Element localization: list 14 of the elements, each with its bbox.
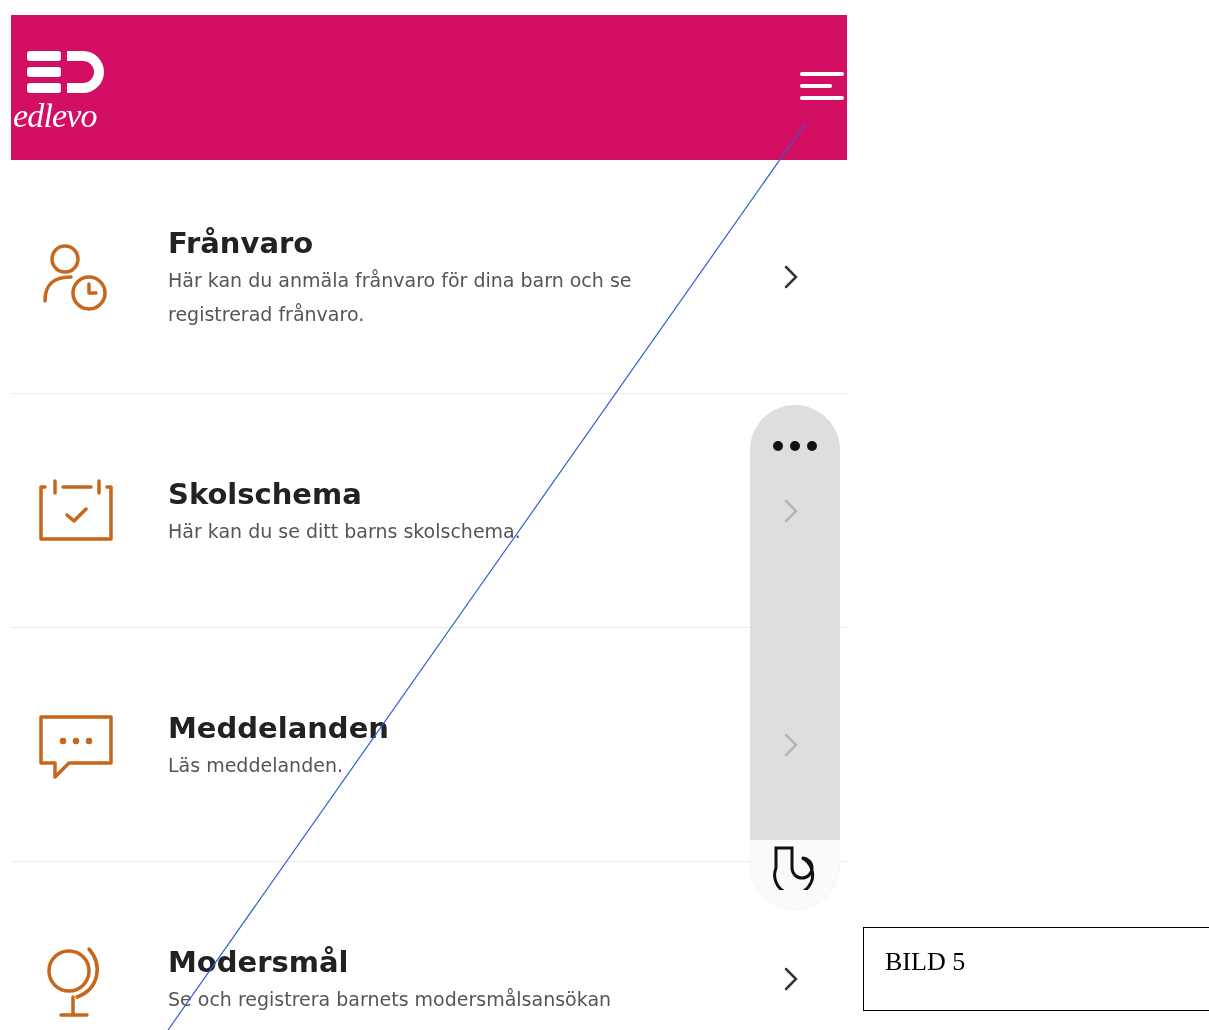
chevron-right-icon xyxy=(783,966,799,992)
chevron-right-icon xyxy=(783,263,799,290)
more-icon[interactable] xyxy=(772,440,818,452)
logo-icon xyxy=(27,48,107,95)
item-description: Se och registrera barnets modersmålsansökan xyxy=(168,987,613,1012)
menu-item[interactable]: Frånvaro Här kan du anmäla frånvaro för dina barn och se registrerad frånvaro. xyxy=(11,160,847,394)
figure-label: BILD 5 xyxy=(885,947,966,976)
item-title: Skolschema xyxy=(168,475,363,513)
item-title: Frånvaro xyxy=(168,224,315,262)
logo-text: edlevo xyxy=(13,98,98,133)
item-description: Här kan du se ditt barns skolschema. xyxy=(168,518,522,544)
item-description: Läs meddelanden. xyxy=(168,752,344,778)
menu-icon xyxy=(798,69,844,102)
item-description: Här kan du anmäla frånvaro för dina barn och se registrerad frånvaro. xyxy=(168,267,633,327)
